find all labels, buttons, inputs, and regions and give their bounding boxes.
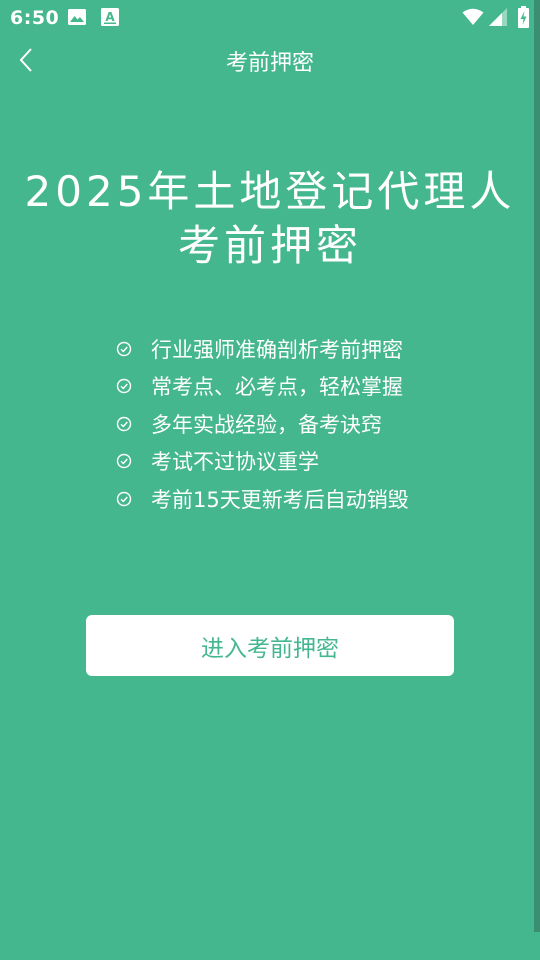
hero-title: 2025年土地登记代理人 考前押密 [0, 165, 540, 273]
hero-title-line-1: 2025年土地登记代理人 [24, 167, 516, 216]
wifi-icon [462, 8, 484, 25]
status-time: 6:50 [10, 7, 60, 29]
feature-text: 考前15天更新考后自动销毁 [151, 487, 409, 512]
status-bar: 6:50 A [0, 0, 540, 36]
feature-item: 多年实战经验，备考诀窍 [116, 405, 409, 443]
feature-text: 考试不过协议重学 [151, 450, 319, 475]
check-circle-icon [116, 491, 132, 506]
svg-text:A: A [105, 10, 115, 24]
check-circle-icon [116, 416, 132, 431]
enter-exam-secrets-button[interactable]: 进入考前押密 [86, 615, 454, 676]
feature-text: 常考点、必考点，轻松掌握 [151, 375, 403, 400]
signal-icon [489, 8, 507, 26]
feature-item: 常考点、必考点，轻松掌握 [116, 368, 409, 406]
feature-item: 考前15天更新考后自动销毁 [116, 480, 409, 518]
a-text-icon: A [101, 8, 119, 26]
check-circle-icon [116, 341, 132, 356]
check-circle-icon [116, 454, 132, 469]
feature-text: 行业强师准确剖析考前押密 [151, 337, 403, 362]
image-icon [68, 9, 86, 25]
page-title: 考前押密 [225, 51, 314, 76]
feature-item: 考试不过协议重学 [116, 443, 409, 481]
feature-list: 行业强师准确剖析考前押密 常考点、必考点，轻松掌握 多年实战经验，备考诀窍 考试… [116, 330, 409, 518]
feature-item: 行业强师准确剖析考前押密 [116, 330, 409, 368]
nav-bar: 考前押密 [0, 36, 540, 84]
feature-text: 多年实战经验，备考诀窍 [151, 412, 382, 437]
hero-title-line-2: 考前押密 [177, 221, 362, 270]
check-circle-icon [116, 379, 132, 394]
battery-charging-icon [518, 6, 529, 28]
right-edge-strip [534, 0, 540, 932]
